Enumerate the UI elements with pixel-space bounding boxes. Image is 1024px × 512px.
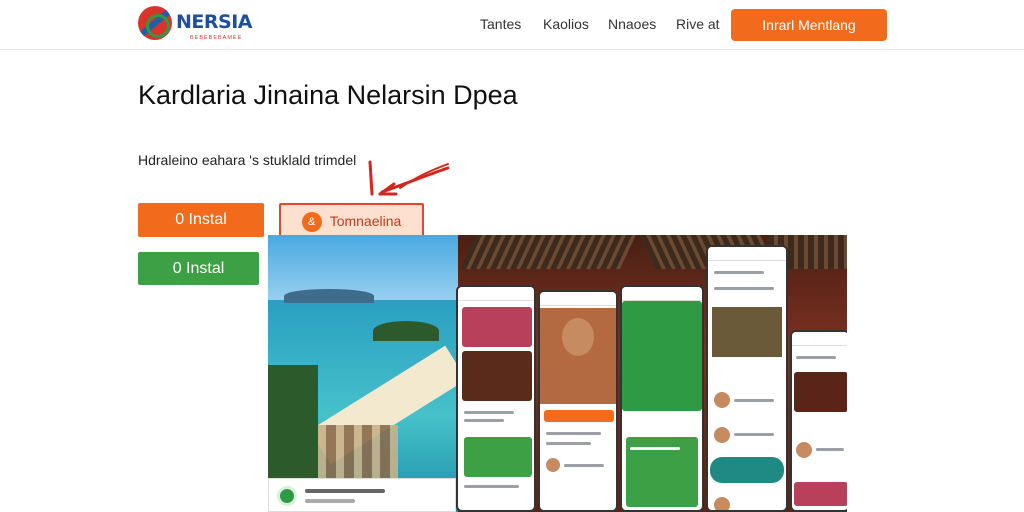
page-subtitle: Hdraleino eahara 's stuklald trimdel [138,152,357,168]
install-button-orange[interactable]: 0 Instal [138,203,264,237]
phone-mockup [620,285,704,512]
outline-cta-button[interactable]: & Tomnaelina [279,203,424,237]
app-card [268,478,456,512]
phone-mockup [456,285,536,512]
water-huts [308,425,398,485]
brand-logo[interactable]: NERSIA BEBEBEBAMEE [138,6,268,42]
app-icon [277,486,297,506]
brand-tagline: BEBEBEBAMEE [190,35,243,41]
hero-collage-image [268,235,847,512]
arrow-annotation-icon [368,160,450,196]
phone-mockup [538,290,618,512]
island [373,321,439,341]
site-header: NERSIA BEBEBEBAMEE Tantes Kaolios Nnaoes… [0,0,1024,50]
landing-page: NERSIA BEBEBEBAMEE Tantes Kaolios Nnaoes… [0,0,1024,512]
nav-link-3[interactable]: Nnaoes [608,16,656,32]
header-cta-button[interactable]: Inrarl Mentlang [731,9,887,41]
outline-cta-label: Tomnaelina [329,213,402,229]
nav-link-2[interactable]: Kaolios [543,16,589,32]
phone-mockup [790,330,847,512]
page-title: Kardlaria Jinaina Nelarsin Dpea [138,80,518,110]
distant-island [284,289,374,303]
install-button-green[interactable]: 0 Instal [138,252,259,285]
temple-roof [460,235,636,269]
brand-name: NERSIA [176,11,252,33]
logo-mark-icon [138,6,172,40]
phone-mockup [706,245,788,512]
nav-link-4[interactable]: Rive at [676,16,720,32]
download-icon: & [301,212,322,233]
nav-link-1[interactable]: Tantes [480,16,521,32]
